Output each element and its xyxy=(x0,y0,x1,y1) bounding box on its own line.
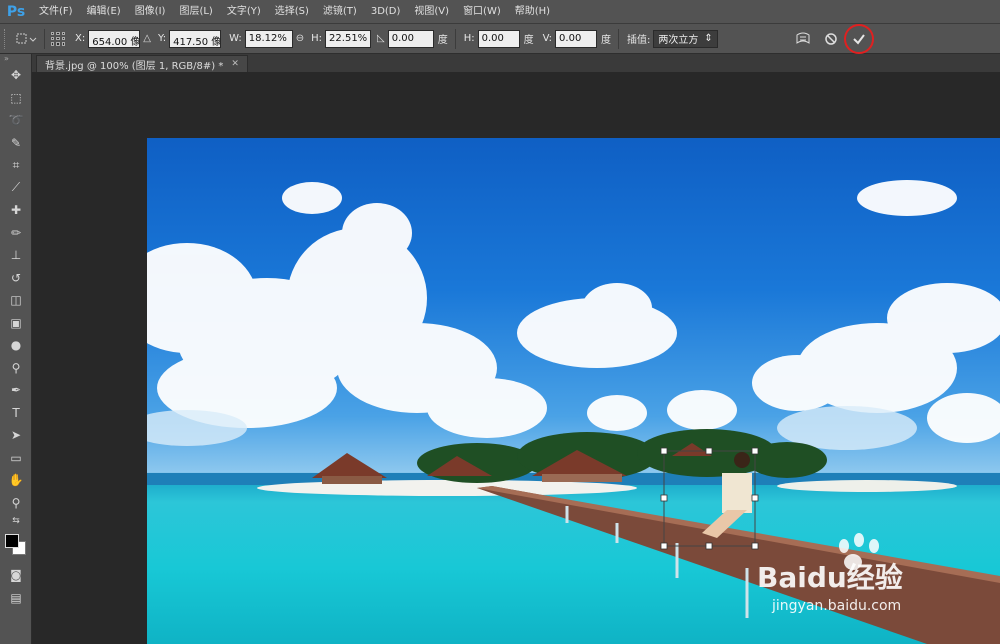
y-label: Y: xyxy=(157,33,167,44)
updown-icon: ⇕ xyxy=(704,33,713,44)
x-label: X: xyxy=(75,33,86,44)
marquee-tool-icon[interactable]: ⬚ xyxy=(0,87,32,110)
panel-collapse-icon[interactable]: » xyxy=(0,54,31,64)
separator xyxy=(618,28,620,49)
vertical-skew-field[interactable]: 0.00 xyxy=(555,29,598,48)
pen-tool-icon[interactable]: ✒ xyxy=(0,379,32,402)
tools-panel: » ✥ ⬚ ➰ ✎ ⌗ ⟋ ✚ ✏ ⊥ ↺ ◫ ▣ ● ⚲ ✒ T ➤ ▭ ✋ … xyxy=(0,54,32,644)
stamp-tool-icon[interactable]: ⊥ xyxy=(0,244,32,267)
menu-type[interactable]: 文字(Y) xyxy=(220,0,268,24)
degree-label: 度 xyxy=(523,35,534,46)
commit-transform-button[interactable] xyxy=(844,24,874,54)
menu-layer[interactable]: 图层(L) xyxy=(172,0,219,24)
highlight-circle xyxy=(844,24,874,54)
menu-3d[interactable]: 3D(D) xyxy=(364,0,408,24)
menu-edit[interactable]: 编辑(E) xyxy=(80,0,128,24)
degree-label: 度 xyxy=(437,35,448,46)
swap-colors-icon[interactable]: ⇆ xyxy=(0,514,32,528)
vskew-label: V: xyxy=(542,33,553,44)
hand-tool-icon[interactable]: ✋ xyxy=(0,469,32,492)
reference-point-icon[interactable] xyxy=(49,30,67,48)
link-icon[interactable]: ⊖ xyxy=(296,33,304,44)
photoshop-logo: Ps xyxy=(6,3,26,20)
type-tool-icon[interactable]: T xyxy=(0,402,32,425)
baidu-watermark-url: jingyan.baidu.com xyxy=(772,598,902,614)
path-selection-tool-icon[interactable]: ➤ xyxy=(0,424,32,447)
quick-mask-icon[interactable]: ◙ xyxy=(0,564,32,587)
horizontal-skew-field[interactable]: 0.00 xyxy=(477,29,520,48)
w-label: W: xyxy=(229,33,242,44)
options-actions xyxy=(792,24,874,54)
screen-mode-icon[interactable]: ▤ xyxy=(0,587,32,610)
eraser-tool-icon[interactable]: ◫ xyxy=(0,289,32,312)
menu-help[interactable]: 帮助(H) xyxy=(508,0,557,24)
history-brush-tool-icon[interactable]: ↺ xyxy=(0,267,32,290)
menu-file[interactable]: 文件(F) xyxy=(32,0,80,24)
degree-label: 度 xyxy=(601,35,612,46)
interpolation-label: 插值: xyxy=(627,35,651,46)
healing-brush-tool-icon[interactable]: ✚ xyxy=(0,199,32,222)
height-field[interactable]: 22.51% xyxy=(325,29,372,48)
transform-tool-preset-icon[interactable] xyxy=(12,28,40,50)
menu-image[interactable]: 图像(I) xyxy=(128,0,173,24)
crop-tool-icon[interactable]: ⌗ xyxy=(0,154,32,177)
baidu-watermark-brand: Baidu经验 xyxy=(757,561,903,594)
options-grip[interactable] xyxy=(4,28,12,49)
document-tab[interactable]: 背景.jpg @ 100% (图层 1, RGB/8#) * ✕ xyxy=(36,55,248,72)
zoom-tool-icon[interactable]: ⚲ xyxy=(0,492,32,515)
quick-select-tool-icon[interactable]: ✎ xyxy=(0,132,32,155)
y-position-field[interactable]: 417.50 像 xyxy=(169,29,222,48)
gradient-tool-icon[interactable]: ▣ xyxy=(0,312,32,335)
rectangle-tool-icon[interactable]: ▭ xyxy=(0,447,32,470)
relative-position-icon[interactable]: △ xyxy=(143,33,151,44)
eyedropper-tool-icon[interactable]: ⟋ xyxy=(0,177,32,200)
blur-tool-icon[interactable]: ● xyxy=(0,334,32,357)
cancel-transform-icon[interactable] xyxy=(820,28,842,50)
foreground-color[interactable] xyxy=(5,534,19,548)
dodge-tool-icon[interactable]: ⚲ xyxy=(0,357,32,380)
menu-filter[interactable]: 滤镜(T) xyxy=(316,0,364,24)
warp-mode-icon[interactable] xyxy=(792,28,814,50)
document-image[interactable]: Baidu经验 jingyan.baidu.com xyxy=(147,138,1000,644)
interpolation-select[interactable]: 两次立方 ⇕ xyxy=(653,29,718,48)
interpolation-value: 两次立方 xyxy=(658,35,699,46)
rotate-icon: ◺ xyxy=(377,33,385,44)
separator xyxy=(454,28,456,49)
brush-tool-icon[interactable]: ✏ xyxy=(0,222,32,245)
lasso-tool-icon[interactable]: ➰ xyxy=(0,109,32,132)
color-swatches xyxy=(0,528,32,564)
h-label: H: xyxy=(311,33,323,44)
move-tool-icon[interactable]: ✥ xyxy=(0,64,32,87)
close-icon[interactable]: ✕ xyxy=(231,59,239,69)
menu-bar: Ps 文件(F) 编辑(E) 图像(I) 图层(L) 文字(Y) 选择(S) 滤… xyxy=(0,0,1000,24)
canvas-area: Baidu经验 jingyan.baidu.com xyxy=(33,72,1000,644)
rotate-field[interactable]: 0.00 xyxy=(387,29,434,48)
x-position-field[interactable]: 654.00 像 xyxy=(88,29,141,48)
menu-view[interactable]: 视图(V) xyxy=(407,0,456,24)
menu-window[interactable]: 窗口(W) xyxy=(456,0,508,24)
menu-select[interactable]: 选择(S) xyxy=(268,0,316,24)
hskew-label: H: xyxy=(463,33,475,44)
options-bar: X: 654.00 像 △ Y: 417.50 像 W: 18.12% ⊖ H:… xyxy=(0,24,1000,54)
separator xyxy=(44,28,45,49)
document-tab-title: 背景.jpg @ 100% (图层 1, RGB/8#) * xyxy=(45,60,224,72)
width-field[interactable]: 18.12% xyxy=(244,29,293,48)
